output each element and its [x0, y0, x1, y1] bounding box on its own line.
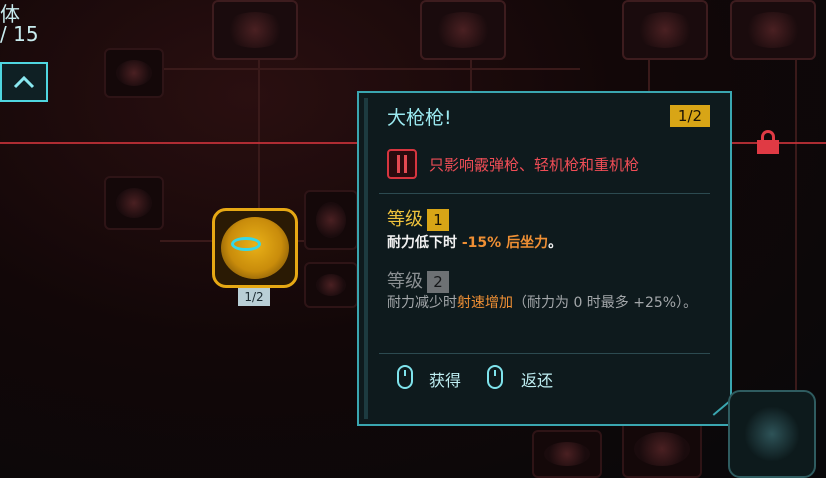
tier1-label: 等级	[387, 209, 423, 230]
divider	[379, 193, 710, 194]
perk-node[interactable]	[622, 420, 702, 478]
perk-eye-icon	[231, 237, 261, 251]
perk-node[interactable]	[304, 262, 358, 308]
tier2-description: 耐力减少时射速增加（耐力为 0 时最多 +25%）。	[387, 292, 717, 314]
weapon-restriction-icon	[387, 149, 417, 179]
tier1-desc-text: 耐力低下时	[387, 235, 462, 251]
tier1-header: 等级 1	[387, 205, 449, 231]
tree-connector	[140, 68, 580, 70]
perk-node[interactable]	[532, 430, 602, 478]
perk-node[interactable]	[420, 0, 506, 60]
selected-perk-node[interactable]	[212, 208, 298, 288]
tier1-desc-suffix: 。	[548, 235, 563, 251]
perk-node[interactable]	[728, 390, 816, 478]
tier1-description: 耐力低下时 -15% 后坐力。	[387, 232, 562, 254]
scroll-up-button[interactable]	[0, 62, 48, 102]
tier2-desc-highlight: 射速增加	[457, 295, 513, 311]
attribute-points: / 15	[0, 22, 39, 46]
tier1-number: 1	[427, 209, 449, 231]
chevron-up-icon	[13, 75, 35, 89]
perk-node[interactable]	[212, 0, 298, 60]
tier2-number: 2	[427, 271, 449, 293]
perk-tooltip: 大枪枪! 1/2 只影响霰弹枪、轻机枪和重机枪 等级 1 耐力低下时 -15% 后…	[357, 91, 732, 426]
mouse-left-icon	[397, 365, 413, 389]
refund-button[interactable]: 返还	[521, 367, 553, 391]
weapon-restriction-text: 只影响霰弹枪、轻机枪和重机枪	[429, 156, 640, 174]
perk-node[interactable]	[730, 0, 816, 60]
perk-emblem-icon	[744, 406, 800, 462]
divider	[379, 353, 710, 354]
lock-icon	[757, 130, 779, 154]
tree-connector	[160, 240, 220, 242]
perk-node[interactable]	[104, 176, 164, 230]
acquire-button[interactable]: 获得	[429, 367, 461, 391]
perk-node[interactable]	[304, 190, 358, 250]
perk-level-badge: 1/2	[238, 288, 270, 306]
tier2-label: 等级	[387, 271, 423, 292]
tier2-desc-suffix: （耐力为 0 时最多 +25%）。	[513, 295, 698, 311]
tier2-desc-text: 耐力减少时	[387, 295, 457, 311]
perk-node[interactable]	[104, 48, 164, 98]
perk-level: 1/2	[670, 105, 710, 127]
perk-title: 大枪枪!	[387, 107, 452, 129]
tier1-desc-highlight: -15% 后坐力	[461, 235, 549, 251]
mouse-right-icon	[487, 365, 503, 389]
locked-path-line	[0, 142, 357, 144]
locked-path-line	[732, 142, 826, 144]
tier2-header: 等级 2	[387, 267, 449, 293]
perk-node[interactable]	[622, 0, 708, 60]
